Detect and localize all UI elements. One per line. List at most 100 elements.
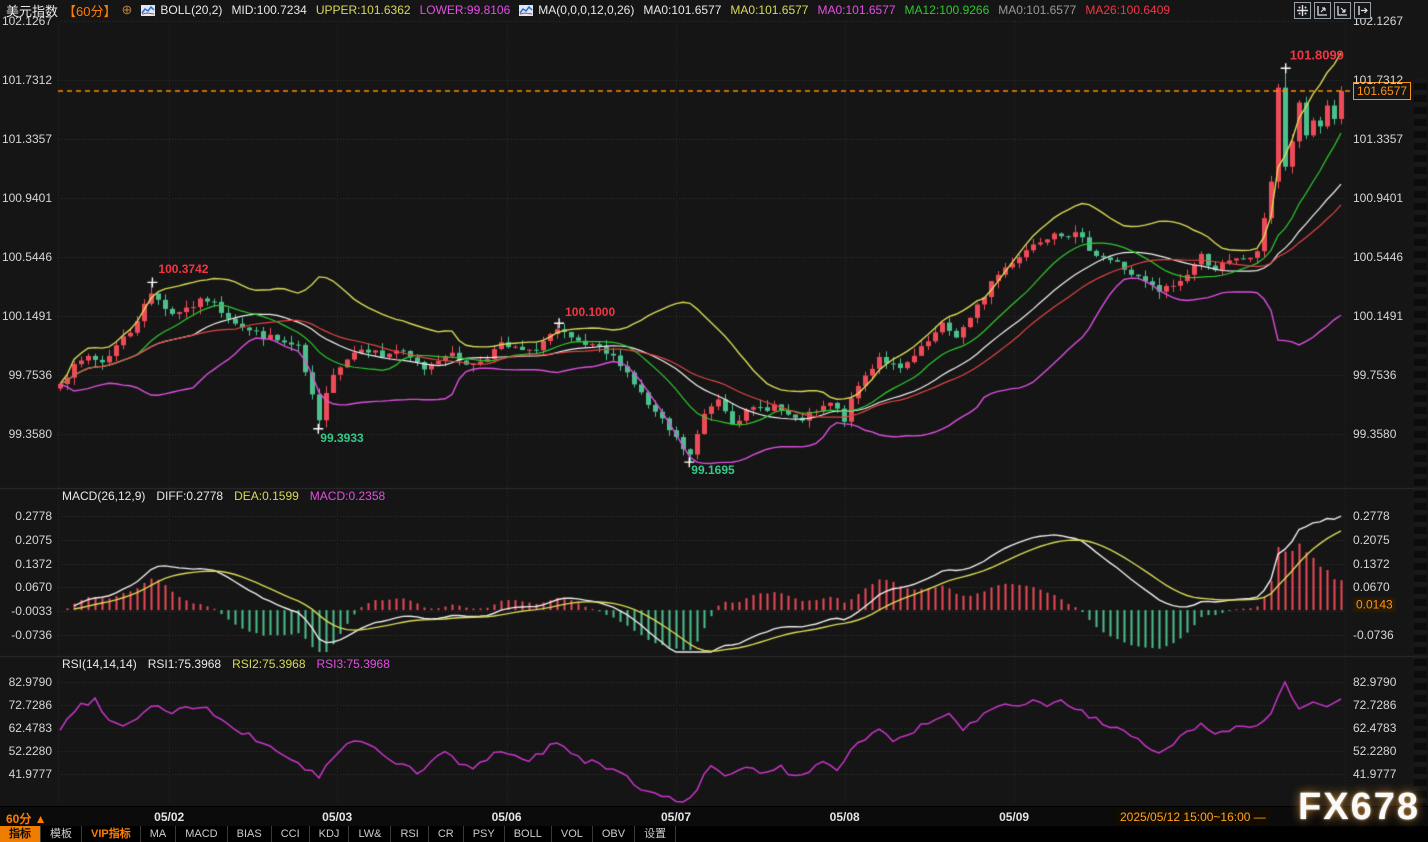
axis-tick-label: 0.2075	[1353, 533, 1390, 547]
interval-badge[interactable]: 【60分】	[63, 1, 116, 20]
zoom-out-axis-icon[interactable]	[1334, 2, 1351, 19]
menu-item-lwr[interactable]: LW&	[349, 826, 391, 842]
boll-upper-value: UPPER:101.6362	[316, 3, 411, 17]
fx678-logo: FX678	[1298, 786, 1420, 829]
axis-tick-label: 52.2280	[9, 744, 52, 758]
right-axis: 101.6577 0.0143 102.1267101.7312101.3357…	[1350, 0, 1414, 842]
axis-tick-label: 100.9401	[1353, 191, 1403, 205]
axis-tick-label: 0.2778	[1353, 509, 1390, 523]
axis-tick-label: 101.3357	[2, 132, 52, 146]
axis-tick-label: -0.0736	[1353, 628, 1394, 642]
macd-name: MACD(26,12,9)	[62, 489, 145, 503]
scrollbar[interactable]	[1414, 78, 1427, 824]
menu-item-psy[interactable]: PSY	[464, 826, 505, 842]
axis-tick-label: -0.0033	[11, 604, 52, 618]
axis-tick-label: 0.2075	[15, 533, 52, 547]
menu-item-vip-indicators[interactable]: VIP指标	[82, 826, 141, 842]
axis-tick-label: 100.5446	[1353, 250, 1403, 264]
menu-item-settings[interactable]: 设置	[635, 826, 676, 842]
axis-tick-label: 100.5446	[2, 250, 52, 264]
axis-tick-label: -0.0736	[11, 628, 52, 642]
chart-toolbar	[1294, 2, 1371, 19]
axis-tick-label: 0.0670	[15, 580, 52, 594]
date-tick-label: 05/08	[830, 810, 860, 824]
current-macd-tag: 0.0143	[1353, 598, 1396, 613]
axis-tick-label: 100.9401	[2, 191, 52, 205]
price-annotation: 100.3742	[158, 262, 208, 276]
price-annotation: 99.3933	[320, 431, 363, 445]
axis-tick-label: 41.9777	[1353, 767, 1396, 781]
axis-tick-label: 99.7536	[1353, 368, 1396, 382]
menu-item-cr[interactable]: CR	[429, 826, 464, 842]
axis-tick-label: 99.3580	[1353, 427, 1396, 441]
macd-dea: DEA:0.1599	[234, 489, 299, 503]
interval-selector[interactable]: 60分 ▲	[6, 810, 47, 827]
axis-tick-label: 41.9777	[9, 767, 52, 781]
ma-value-2: MA0:101.6577	[730, 3, 808, 17]
axis-tick-label: 0.1372	[1353, 557, 1390, 571]
ma-value-1: MA0:101.6577	[643, 3, 721, 17]
axis-tick-label: 99.3580	[9, 427, 52, 441]
bottom-menu: 指标模板VIP指标MAMACDBIASCCIKDJLW&RSICRPSYBOLL…	[0, 826, 1428, 842]
symbol-title: 美元指数	[6, 1, 58, 20]
menu-item-vol[interactable]: VOL	[552, 826, 593, 842]
menu-item-boll[interactable]: BOLL	[505, 826, 552, 842]
rsi3: RSI3:75.3968	[317, 657, 390, 671]
chart-canvas[interactable]	[0, 0, 1428, 842]
price-annotation: 99.1695	[691, 463, 734, 477]
menu-item-kdj[interactable]: KDJ	[310, 826, 350, 842]
zoom-in-axis-icon[interactable]	[1314, 2, 1331, 19]
chart-app: 美元指数 【60分】 ⊕ BOLL(20,2) MID:100.7234 UPP…	[0, 0, 1428, 842]
ma-value-3: MA0:101.6577	[817, 3, 895, 17]
menu-item-cci[interactable]: CCI	[272, 826, 310, 842]
ma12-value: MA12:100.9266	[905, 3, 990, 17]
rsi1: RSI1:75.3968	[148, 657, 221, 671]
price-annotation: 100.1000	[565, 305, 615, 319]
axis-tick-label: 101.7312	[1353, 73, 1403, 87]
menu-item-obv[interactable]: OBV	[593, 826, 635, 842]
rsi-name: RSI(14,14,14)	[62, 657, 137, 671]
left-axis: 102.1267101.7312101.3357100.9401100.5446…	[0, 0, 55, 842]
menu-item-rsi[interactable]: RSI	[391, 826, 428, 842]
boll-name: BOLL(20,2)	[160, 3, 222, 17]
axis-tick-label: 72.7286	[9, 698, 52, 712]
date-tick-label: 05/03	[322, 810, 352, 824]
boll-indicator-icon[interactable]	[141, 5, 155, 16]
axis-tick-label: 100.1491	[1353, 309, 1403, 323]
rsi-header: RSI(14,14,14) RSI1:75.3968 RSI2:75.3968 …	[62, 657, 390, 671]
indicator-header: 美元指数 【60分】 ⊕ BOLL(20,2) MID:100.7234 UPP…	[6, 0, 1170, 20]
axis-tick-label: 101.7312	[2, 73, 52, 87]
circle-plus-icon[interactable]: ⊕	[121, 2, 132, 18]
boll-mid-value: MID:100.7234	[231, 3, 306, 17]
axis-tick-label: 0.2778	[15, 509, 52, 523]
macd-diff: DIFF:0.2778	[156, 489, 223, 503]
rsi2: RSI2:75.3968	[232, 657, 305, 671]
menu-item-bias[interactable]: BIAS	[228, 826, 272, 842]
axis-tick-label: 100.1491	[2, 309, 52, 323]
menu-item-ma[interactable]: MA	[141, 826, 177, 842]
menu-item-template[interactable]: 模板	[41, 826, 82, 842]
bar-time-range: 2025/05/12 15:00~16:00 —	[1116, 809, 1270, 825]
move-tool-icon[interactable]	[1294, 2, 1311, 19]
ma26-value: MA26:100.6409	[1085, 3, 1170, 17]
date-tick-label: 05/07	[661, 810, 691, 824]
axis-tick-label: 82.9790	[1353, 675, 1396, 689]
axis-tick-label: 72.7286	[1353, 698, 1396, 712]
axis-tick-label: 0.1372	[15, 557, 52, 571]
boll-lower-value: LOWER:99.8106	[420, 3, 511, 17]
ma-name: MA(0,0,0,12,0,26)	[538, 3, 634, 17]
date-tick-label: 05/06	[492, 810, 522, 824]
price-annotation: 101.8099	[1290, 48, 1344, 63]
axis-tick-label: 101.3357	[1353, 132, 1403, 146]
menu-item-macd[interactable]: MACD	[176, 826, 227, 842]
ma-indicator-icon[interactable]	[519, 5, 533, 16]
macd-header: MACD(26,12,9) DIFF:0.2778 DEA:0.1599 MAC…	[62, 489, 385, 503]
pan-right-icon[interactable]	[1354, 2, 1371, 19]
axis-tick-label: 52.2280	[1353, 744, 1396, 758]
axis-tick-label: 99.7536	[9, 368, 52, 382]
menu-item-indicators[interactable]: 指标	[0, 826, 41, 842]
date-tick-label: 05/09	[999, 810, 1029, 824]
date-tick-label: 05/02	[154, 810, 184, 824]
time-axis: 60分 ▲ 2025/05/12 15:00~16:00 — 05/02 05/0…	[0, 806, 1428, 827]
axis-tick-label: 62.4783	[9, 721, 52, 735]
